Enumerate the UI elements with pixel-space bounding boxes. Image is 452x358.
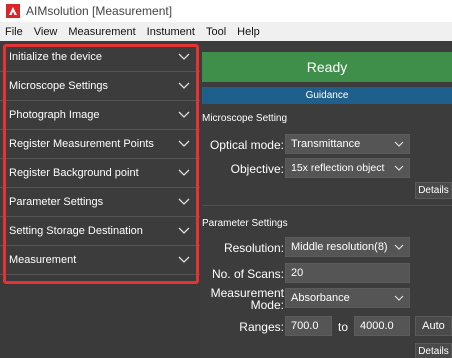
- microscope-details-button[interactable]: Details: [415, 182, 452, 199]
- range-to-input[interactable]: 4000.0: [354, 316, 410, 336]
- objective-value: 15x reflection object: [291, 162, 385, 174]
- sidebar-item-register-background-point[interactable]: Register Background point: [0, 159, 200, 188]
- measurement-mode-select[interactable]: Absorbance: [285, 288, 410, 308]
- menu-measurement[interactable]: Measurement: [68, 26, 135, 38]
- chevron-down-icon: [178, 169, 190, 176]
- ranges-label: Ranges:: [239, 320, 284, 334]
- chevron-down-icon: [394, 295, 404, 301]
- optical-mode-label: Optical mode:: [209, 138, 284, 152]
- main-panel: Ready Guidance Microscope Setting Optica…: [200, 43, 452, 358]
- sidebar-item-label: Microscope Settings: [9, 80, 109, 92]
- sidebar-item-initialize[interactable]: Initialize the device: [0, 43, 200, 72]
- sidebar-item-microscope-settings[interactable]: Microscope Settings: [0, 72, 200, 101]
- optical-mode-value: Transmittance: [291, 138, 361, 150]
- measurement-mode-value: Absorbance: [291, 292, 350, 304]
- sidebar-item-register-measurement-points[interactable]: Register Measurement Points: [0, 130, 200, 159]
- scans-label: No. of Scans:: [211, 267, 284, 281]
- chevron-down-icon: [394, 244, 404, 250]
- sidebar-item-storage-destination[interactable]: Setting Storage Destination: [0, 217, 200, 246]
- range-to-label: to: [337, 320, 348, 334]
- sidebar-item-parameter-settings[interactable]: Parameter Settings: [0, 188, 200, 217]
- auto-button[interactable]: Auto: [415, 316, 452, 336]
- menu-bar: File View Measurement Instument Tool Hel…: [0, 22, 452, 41]
- measurement-mode-label-line2: Mode:: [250, 298, 284, 312]
- chevron-down-icon: [178, 53, 190, 60]
- chevron-down-icon: [178, 82, 190, 89]
- sidebar-item-label: Initialize the device: [9, 51, 102, 63]
- sidebar-item-label: Setting Storage Destination: [9, 225, 143, 237]
- range-from-input[interactable]: 700.0: [285, 316, 332, 336]
- status-banner: Ready: [202, 52, 452, 82]
- resolution-select[interactable]: Middle resolution(8): [285, 237, 410, 257]
- optical-mode-select[interactable]: Transmittance: [285, 134, 410, 154]
- guidance-button[interactable]: Guidance: [202, 87, 452, 104]
- sidebar-item-label: Register Background point: [9, 167, 139, 179]
- chevron-down-icon: [178, 198, 190, 205]
- scans-input[interactable]: 20: [285, 263, 410, 283]
- menu-tool[interactable]: Tool: [206, 26, 226, 38]
- chevron-down-icon: [178, 256, 190, 263]
- measurement-mode-label: Measurement Mode:: [202, 287, 284, 311]
- sidebar-item-measurement[interactable]: Measurement: [0, 246, 200, 275]
- chevron-down-icon: [178, 140, 190, 147]
- section-divider: [202, 205, 452, 206]
- parameter-details-button[interactable]: Details: [415, 343, 452, 358]
- sidebar-item-label: Photograph Image: [9, 109, 100, 121]
- sidebar-item-label: Measurement: [9, 254, 77, 266]
- app-logo-icon: [6, 4, 20, 18]
- resolution-value: Middle resolution(8): [291, 241, 388, 253]
- menu-instrument[interactable]: Instument: [147, 26, 195, 38]
- objective-label: Objective:: [230, 162, 284, 176]
- sidebar-item-label: Register Measurement Points: [9, 138, 154, 150]
- objective-select[interactable]: 15x reflection object: [285, 158, 410, 178]
- resolution-label: Resolution:: [223, 241, 284, 255]
- chevron-down-icon: [178, 227, 190, 234]
- sidebar-item-photograph-image[interactable]: Photograph Image: [0, 101, 200, 130]
- chevron-down-icon: [394, 165, 404, 171]
- microscope-setting-heading: Microscope Setting: [202, 113, 288, 124]
- window-title: AIMsolution [Measurement]: [26, 4, 173, 18]
- title-bar: AIMsolution [Measurement]: [0, 0, 452, 22]
- parameter-settings-heading: Parameter Settings: [202, 218, 288, 229]
- chevron-down-icon: [394, 141, 404, 147]
- chevron-down-icon: [178, 111, 190, 118]
- menu-view[interactable]: View: [34, 26, 58, 38]
- sidebar-item-label: Parameter Settings: [9, 196, 104, 208]
- sidebar: Initialize the device Microscope Setting…: [0, 43, 200, 358]
- menu-file[interactable]: File: [5, 26, 23, 38]
- menu-help[interactable]: Help: [237, 26, 260, 38]
